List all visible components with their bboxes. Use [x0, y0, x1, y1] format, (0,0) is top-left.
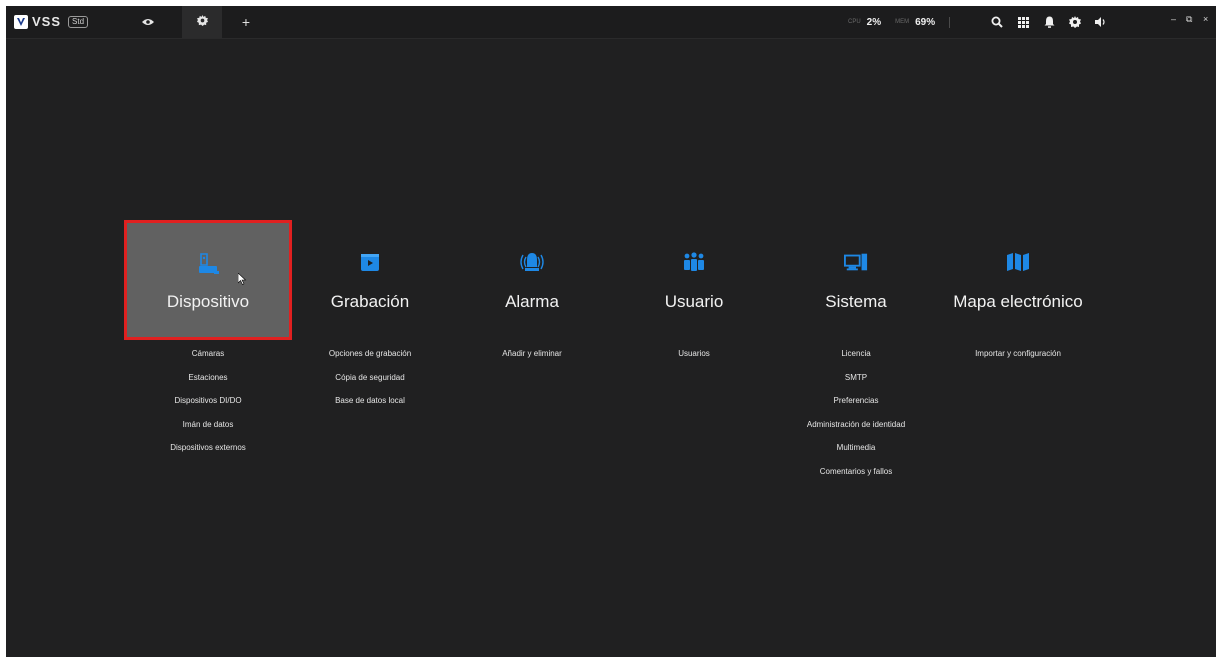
- menu-tile-dispositivo[interactable]: Dispositivo: [124, 220, 292, 340]
- eye-icon: [142, 13, 154, 31]
- menu-section-usuario: Usuario Usuarios: [610, 220, 778, 366]
- submenu-item-licencia[interactable]: Licencia: [772, 342, 940, 366]
- submenu-list: Opciones de grabación Cópia de seguridad…: [286, 342, 454, 413]
- submenu-item-base-de-datos-local[interactable]: Base de datos local: [286, 389, 454, 413]
- menu-tile-usuario[interactable]: Usuario: [610, 220, 778, 340]
- mem-value: 69%: [915, 16, 936, 28]
- submenu-item-iman-de-datos[interactable]: Imán de datos: [124, 413, 292, 437]
- menu-title: Usuario: [664, 292, 724, 311]
- top-bar: VSS Std + CPU 2% MEM 69% – ⧉ ×: [6, 6, 1216, 39]
- gear-icon: [196, 13, 208, 31]
- submenu-item-camaras[interactable]: Cámaras: [124, 342, 292, 366]
- settings-icon[interactable]: [1068, 15, 1082, 29]
- menu-title: Grabación: [330, 292, 410, 311]
- submenu-item-dispositivos-externos[interactable]: Dispositivos externos: [124, 436, 292, 460]
- users-icon: [682, 250, 706, 274]
- menu-title: Sistema: [825, 292, 887, 311]
- menu-tile-mapa-electronico[interactable]: Mapa electrónico: [934, 220, 1102, 340]
- device-icon: [196, 253, 220, 277]
- tab-live-view[interactable]: [128, 6, 168, 38]
- mouse-cursor-icon: [238, 273, 247, 285]
- edition-badge: Std: [68, 15, 89, 28]
- app-logo: VSS Std: [14, 14, 89, 29]
- minimize-button[interactable]: –: [1171, 14, 1176, 24]
- menu-title: Alarma: [505, 292, 559, 311]
- mem-label: MEM: [895, 19, 910, 25]
- close-button[interactable]: ×: [1203, 14, 1208, 24]
- menu-tile-alarma[interactable]: Alarma: [448, 220, 616, 340]
- menu-title: Dispositivo: [166, 292, 250, 311]
- submenu-item-estaciones[interactable]: Estaciones: [124, 366, 292, 390]
- submenu-list: Licencia SMTP Preferencias Administració…: [772, 342, 940, 483]
- menu-title: Mapa electrónico: [953, 292, 1083, 311]
- menu-section-mapa-electronico: Mapa electrónico Importar y configuració…: [934, 220, 1102, 366]
- menu-section-grabacion: Grabación Opciones de grabación Cópia de…: [286, 220, 454, 413]
- map-icon: [1006, 250, 1030, 274]
- submenu-item-comentarios-y-fallos[interactable]: Comentarios y fallos: [772, 460, 940, 484]
- submenu-item-opciones-de-grabacion[interactable]: Opciones de grabación: [286, 342, 454, 366]
- submenu-item-usuarios[interactable]: Usuarios: [610, 342, 778, 366]
- submenu-list: Usuarios: [610, 342, 778, 366]
- submenu-item-dispositivos-di-do[interactable]: Dispositivos DI/DO: [124, 389, 292, 413]
- bell-icon[interactable]: [1042, 15, 1056, 29]
- menu-section-alarma: Alarma Añadir y eliminar: [448, 220, 616, 366]
- add-tab-button[interactable]: +: [236, 6, 256, 38]
- submenu-item-preferencias[interactable]: Preferencias: [772, 389, 940, 413]
- alarm-icon: [512, 250, 552, 274]
- submenu-item-copia-de-seguridad[interactable]: Cópia de seguridad: [286, 366, 454, 390]
- menu-section-dispositivo: Dispositivo Cámaras Estaciones Dispositi…: [124, 220, 292, 460]
- system-icon: [844, 250, 868, 274]
- tab-settings[interactable]: [182, 6, 222, 38]
- app-window: VSS Std + CPU 2% MEM 69% – ⧉ × Dispositi…: [6, 6, 1216, 657]
- recording-icon: [358, 250, 382, 274]
- submenu-item-anadir-y-eliminar[interactable]: Añadir y eliminar: [448, 342, 616, 366]
- grid-icon[interactable]: [1016, 15, 1030, 29]
- cpu-label: CPU: [848, 19, 861, 25]
- app-name: VSS: [32, 14, 62, 29]
- menu-section-sistema: Sistema Licencia SMTP Preferencias Admin…: [772, 220, 940, 483]
- submenu-item-importar-y-configuracion[interactable]: Importar y configuración: [934, 342, 1102, 366]
- search-icon[interactable]: [990, 15, 1004, 29]
- menu-tile-sistema[interactable]: Sistema: [772, 220, 940, 340]
- submenu-item-smtp[interactable]: SMTP: [772, 366, 940, 390]
- menu-tile-grabacion[interactable]: Grabación: [286, 220, 454, 340]
- submenu-list: Cámaras Estaciones Dispositivos DI/DO Im…: [124, 342, 292, 460]
- submenu-list: Añadir y eliminar: [448, 342, 616, 366]
- submenu-item-administracion-de-identidad[interactable]: Administración de identidad: [772, 413, 940, 437]
- vivotek-logo-icon: [14, 14, 28, 29]
- divider: [949, 16, 951, 28]
- system-stats: CPU 2% MEM 69%: [848, 6, 951, 38]
- restore-button[interactable]: ⧉: [1186, 14, 1192, 25]
- submenu-list: Importar y configuración: [934, 342, 1102, 366]
- submenu-item-multimedia[interactable]: Multimedia: [772, 436, 940, 460]
- volume-icon[interactable]: [1094, 15, 1108, 29]
- cpu-value: 2%: [866, 16, 882, 28]
